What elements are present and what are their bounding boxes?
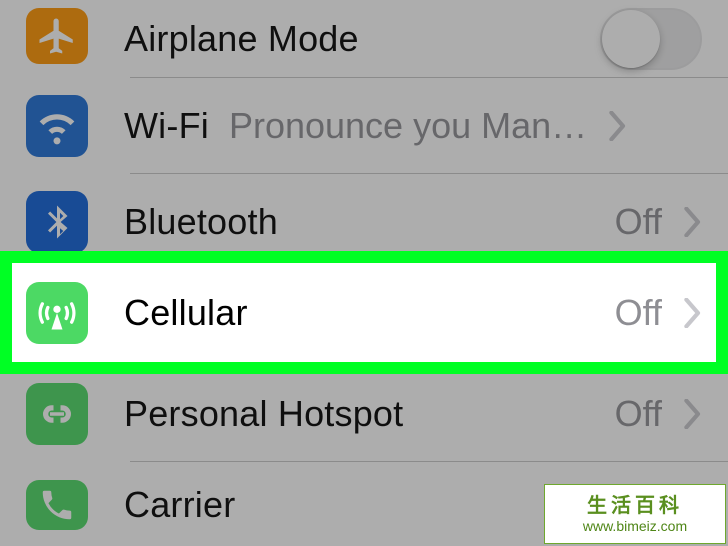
watermark-url: www.bimeiz.com [583, 519, 687, 533]
bluetooth-label: Bluetooth [124, 201, 278, 243]
row-wifi[interactable]: Wi-Fi Pronounce you Man… [0, 78, 728, 174]
row-hotspot[interactable]: Personal Hotspot Off [0, 366, 728, 462]
hotspot-label: Personal Hotspot [124, 393, 403, 435]
row-bluetooth[interactable]: Bluetooth Off [0, 174, 728, 270]
chevron-icon [684, 399, 702, 429]
wifi-label: Wi-Fi [124, 105, 209, 147]
row-cellular[interactable]: Cellular Off [0, 261, 728, 364]
phone-icon [26, 480, 88, 530]
bluetooth-icon [26, 191, 88, 253]
divider [130, 363, 728, 364]
chevron-icon [684, 298, 702, 328]
cellular-label-bright: Cellular [124, 292, 248, 334]
chevron-icon [609, 111, 627, 141]
airplane-icon [26, 8, 88, 64]
watermark-logo: 生活百科 www.bimeiz.com [544, 484, 726, 544]
airplane-toggle[interactable] [600, 8, 702, 70]
wifi-icon [26, 95, 88, 157]
carrier-label: Carrier [124, 484, 235, 526]
hotspot-detail: Off [615, 393, 662, 435]
bluetooth-detail: Off [615, 201, 662, 243]
hotspot-icon [26, 383, 88, 445]
watermark-title: 生活百科 [587, 496, 683, 516]
toggle-knob [602, 10, 660, 68]
airplane-label: Airplane Mode [124, 18, 359, 60]
cellular-detail-bright: Off [615, 292, 662, 334]
wifi-detail: Pronounce you Man… [229, 105, 587, 147]
chevron-icon [684, 207, 702, 237]
cellular-icon [26, 282, 88, 344]
row-airplane-mode[interactable]: Airplane Mode [0, 0, 728, 78]
